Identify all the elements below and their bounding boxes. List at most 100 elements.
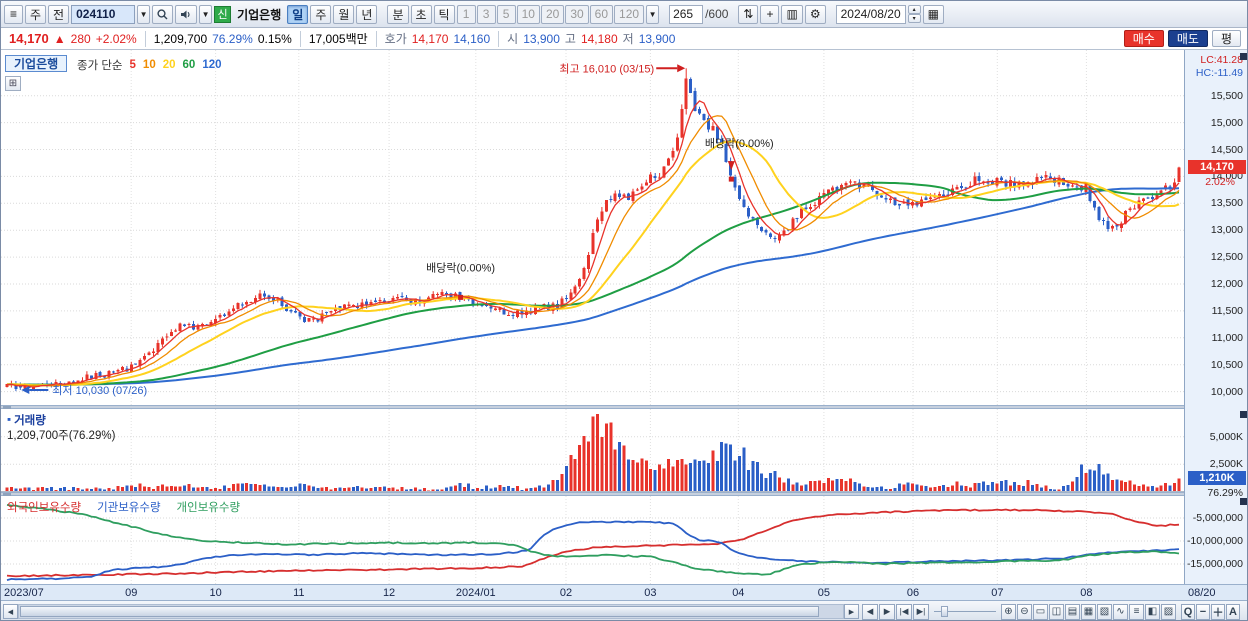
jump-start-button[interactable]: |◀	[896, 603, 912, 620]
chart-toolbar: ≡ 주 전 ▼ ▼ 신 기업은행 일 주 월 년 분 초 틱 135102030…	[1, 1, 1247, 28]
pattern-tool-icon[interactable]: ▧	[1097, 603, 1112, 620]
price-info-bar: 14,170 ▲ 280 +2.02% 1,209,700 76.29% 0.1…	[1, 28, 1247, 50]
date-spin-down-icon[interactable]: ▾	[907, 14, 921, 23]
volume-ratio: 76.29%	[212, 31, 253, 46]
date-spinner: ▴ ▾	[907, 5, 921, 23]
play-buttons-group: ◀ ▶ |◀ ▶|	[862, 603, 929, 620]
chart-settings-tool-icon[interactable]: ▨	[1161, 603, 1176, 620]
grid-tool-icon[interactable]: ▤	[1065, 603, 1080, 620]
code-dropdown-icon[interactable]: ▼	[137, 4, 151, 24]
period-day-button[interactable]: 일	[287, 4, 309, 24]
x-axis-label: 09	[125, 587, 138, 599]
price-axis-label: 14,500	[1210, 143, 1243, 156]
avg-button[interactable]: 평	[1211, 30, 1241, 47]
jump-end-button[interactable]: ▶|	[913, 603, 929, 620]
holdings-legend: 외국인보유수량 기관보유수량 개인보유수량	[7, 499, 240, 515]
sound-dropdown-icon[interactable]: ▼	[199, 4, 213, 24]
volume-subtitle: 1,209,700주(76.29%)	[7, 430, 116, 442]
region-zoom-tool-icon[interactable]: ▭	[1033, 603, 1048, 620]
price-chart-panel[interactable]: 최고 16,010 (03/15) 최저 10,030 (07/26) 배당락(0.…	[1, 50, 1184, 405]
period-second-button[interactable]: 초	[410, 4, 432, 24]
stock-tab[interactable]: 기업은행	[5, 55, 68, 72]
trendline-tool-icon[interactable]: ∿	[1113, 603, 1128, 620]
sound-icon[interactable]	[175, 4, 198, 24]
zoom-slider-thumb[interactable]	[941, 606, 948, 617]
period-minute-button[interactable]: 분	[387, 4, 409, 24]
zoom-buttons-group: Q − ＋ A	[1181, 603, 1240, 620]
period-tick-button[interactable]: 틱	[433, 4, 455, 24]
date-spin-up-icon[interactable]: ▴	[907, 5, 921, 14]
x-axis-last-date-label: 08/20	[1188, 587, 1216, 599]
search-icon-glyph	[157, 8, 168, 19]
period-month-button[interactable]: 월	[333, 4, 355, 24]
interval-dropdown-icon[interactable]: ▼	[646, 4, 660, 24]
calendar-icon[interactable]: ▦	[922, 4, 944, 24]
price-axis-label: 11,500	[1211, 304, 1243, 317]
minute-option-button: 120	[614, 4, 645, 24]
minute-option-button: 5	[496, 4, 516, 24]
period-week-button[interactable]: 주	[310, 4, 332, 24]
scrollbar-thumb[interactable]	[20, 606, 820, 617]
legend-ma5: 5	[129, 59, 136, 71]
menu-icon[interactable]: ≡	[4, 4, 23, 24]
chart-tools-group: ⊕ ⊖ ▭ ◫ ▤ ▦ ▧ ∿ ≡ ◧ ▨	[1001, 603, 1176, 620]
panel-collapse-icon[interactable]	[1240, 498, 1247, 505]
date-input[interactable]	[835, 4, 906, 24]
turnover-ratio: 0.15%	[257, 31, 292, 46]
sell-button[interactable]: 매도	[1167, 30, 1208, 47]
crosshair-icon[interactable]: +	[760, 4, 780, 24]
volume-chart-panel[interactable]: ▪ 거래량 1,209,700주(76.29%)	[1, 409, 1184, 492]
hoga-label: 호가	[384, 32, 407, 46]
step-right-button[interactable]: ▶	[879, 603, 895, 620]
svg-text:배당락(0.00%): 배당락(0.00%)	[426, 261, 495, 274]
zoom-slider[interactable]	[932, 604, 998, 619]
holdings-chart-panel[interactable]: 외국인보유수량 기관보유수량 개인보유수량	[1, 496, 1184, 584]
high-price: 14,180	[580, 31, 618, 46]
foreign-holdings-label: 외국인보유수량	[7, 502, 82, 514]
x-axis-label: 04	[732, 587, 745, 599]
price-axis-label: 11,000	[1211, 331, 1243, 344]
chart-scrollbar[interactable]: ◀ ▶	[3, 604, 859, 619]
scroll-right-icon[interactable]: ▶	[844, 604, 859, 619]
minute-options-group: 1 3 5 10 20 30 60 120	[456, 4, 645, 24]
zoom-out-tool-icon[interactable]: ⊖	[1017, 603, 1032, 620]
zoom-in-tool-icon[interactable]: ⊕	[1001, 603, 1016, 620]
panel-collapse-icon[interactable]	[1240, 411, 1247, 418]
volume-chart-svg[interactable]	[1, 409, 1184, 492]
gear-icon[interactable]: ⚙	[804, 4, 826, 24]
chart-grid-icon[interactable]: ⊞	[5, 76, 21, 91]
x-axis-label: 06	[906, 587, 920, 599]
svg-text:최고 16,010 (03/15): 최고 16,010 (03/15)	[559, 62, 654, 75]
period-year-button[interactable]: 년	[356, 4, 378, 24]
candle-count-input[interactable]	[669, 4, 704, 24]
step-left-button[interactable]: ◀	[862, 603, 878, 620]
search-icon[interactable]	[152, 4, 174, 24]
chart-type-tool-icon[interactable]: ▦	[1081, 603, 1096, 620]
zoom-out-button[interactable]: −	[1196, 603, 1210, 620]
price-axis-label: 10,000	[1210, 385, 1243, 398]
price-chart-svg[interactable]: 최고 16,010 (03/15) 최저 10,030 (07/26) 배당락(0.…	[1, 50, 1184, 405]
stock-name-label: 기업은행	[237, 7, 282, 22]
zoom-in-button[interactable]: ＋	[1211, 603, 1225, 620]
minute-option-button: 3	[476, 4, 496, 24]
x-axis-label: 10	[209, 587, 222, 599]
prev-mode-button[interactable]: 전	[48, 4, 70, 24]
trade-amount: 17,005백만	[308, 32, 368, 46]
compare-tool-icon[interactable]: ◧	[1145, 603, 1160, 620]
split-screen-tool-icon[interactable]: ◫	[1049, 603, 1064, 620]
buy-button[interactable]: 매수	[1123, 30, 1164, 47]
credit-badge: 신	[214, 5, 232, 23]
bid-price: 14,160	[453, 31, 491, 46]
indicator-list-tool-icon[interactable]: ≡	[1129, 603, 1144, 620]
change-percent: +2.02%	[95, 31, 137, 46]
sort-icon[interactable]: ⇅	[738, 4, 759, 24]
lc-label: LC:41.28	[1200, 54, 1243, 66]
auto-scale-button[interactable]: A	[1226, 603, 1240, 620]
quick-zoom-button[interactable]: Q	[1181, 603, 1195, 620]
scrollbar-track[interactable]	[18, 604, 844, 619]
stock-code-input[interactable]	[71, 4, 136, 24]
scroll-left-icon[interactable]: ◀	[3, 604, 18, 619]
week-mode-button[interactable]: 주	[25, 4, 47, 24]
panel-collapse-icon[interactable]	[1240, 53, 1247, 60]
board-icon[interactable]: ▥	[781, 4, 803, 24]
